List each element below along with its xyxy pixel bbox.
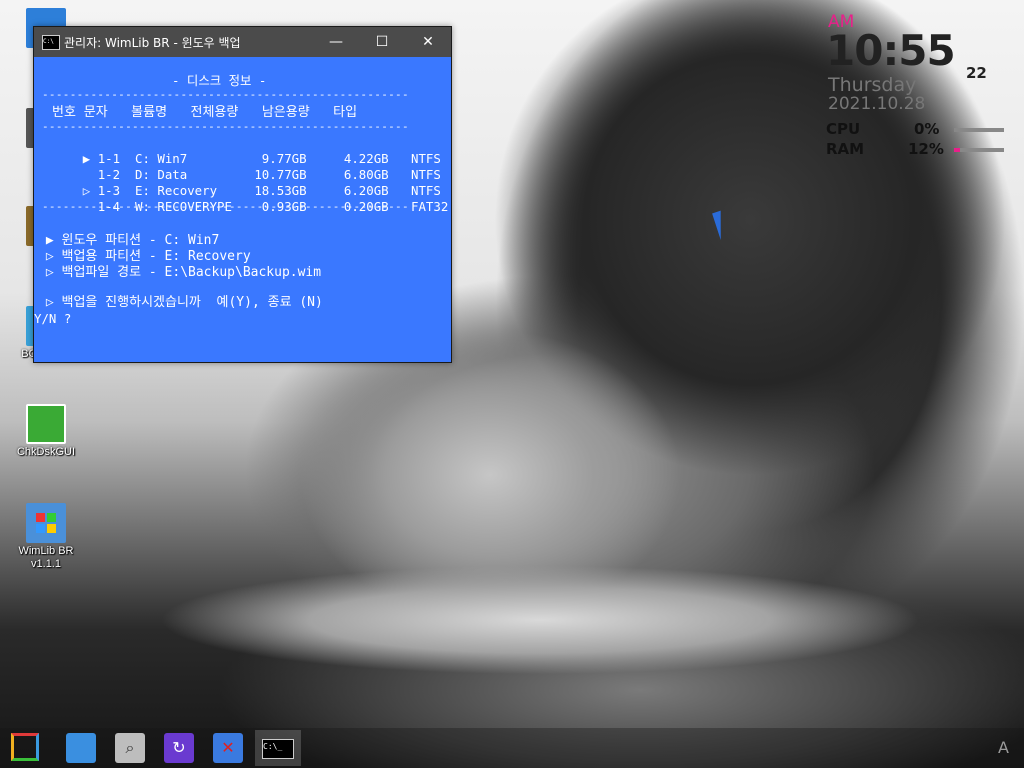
clock-date: 2021.10.28 xyxy=(828,94,926,114)
close-app-icon[interactable]: ✕ xyxy=(213,733,243,763)
console-output[interactable]: - 디스크 정보 - -----------------------------… xyxy=(34,57,451,362)
minimize-button[interactable]: — xyxy=(313,27,359,57)
ime-indicator[interactable]: A xyxy=(998,738,1009,757)
maximize-button[interactable]: ☐ xyxy=(359,27,405,57)
confirm-prompt: ▷ 백업을 진행하시겠습니까 예(Y), 종료 (N) xyxy=(38,295,323,310)
taskbar-console-button[interactable]: C:\_ xyxy=(255,730,301,766)
ram-value: 12% xyxy=(908,140,944,158)
desktop-icon-wimlib[interactable]: WimLib BR v1.1.1 xyxy=(16,503,76,571)
info-line: ▶ 윈도우 파티션 - C: Win7 xyxy=(38,233,220,248)
clock-seconds: 22 xyxy=(966,64,987,82)
console-icon: C:\ xyxy=(42,35,60,50)
disk-row: 1-2 D: Data 10.77GB 6.80GB NTFS xyxy=(38,151,441,182)
ram-bar xyxy=(954,148,1004,152)
start-button[interactable] xyxy=(11,733,39,761)
wallpaper-arm xyxy=(120,560,940,680)
ram-label: RAM xyxy=(826,140,865,158)
cpu-value: 0% xyxy=(914,120,940,138)
disk-row: ▶ 1-1 C: Win7 9.77GB 4.22GB NTFS xyxy=(38,135,441,166)
info-line: ▷ 백업용 파티션 - E: Recovery xyxy=(38,249,251,264)
console-window[interactable]: C:\ 관리자: WimLib BR - 윈도우 백업 — ☐ ✕ - 디스크 … xyxy=(33,26,452,363)
clock-day: Thursday xyxy=(828,74,917,96)
search-icon[interactable]: ⌕ xyxy=(115,733,145,763)
clock-time: 10:55 xyxy=(826,26,956,75)
chkdsk-icon xyxy=(26,404,66,444)
desktop-icon-chkdskgui[interactable]: ChkDskGUI xyxy=(16,404,76,459)
input-prompt[interactable]: Y/N ? xyxy=(34,311,71,327)
refresh-icon[interactable]: ↻ xyxy=(164,733,194,763)
close-button[interactable]: ✕ xyxy=(405,27,451,57)
info-line: ▷ 백업파일 경로 - E:\Backup\Backup.wim xyxy=(38,265,322,280)
cpu-bar xyxy=(954,128,1004,132)
console-icon: C:\_ xyxy=(262,739,294,759)
cpu-label: CPU xyxy=(826,120,861,138)
window-titlebar[interactable]: C:\ 관리자: WimLib BR - 윈도우 백업 — ☐ ✕ xyxy=(34,27,451,57)
ram-bar-fill xyxy=(954,148,960,152)
separator-mid: ----------------------------------------… xyxy=(42,120,409,133)
disk-row: 1-4 W: RECOVERYPE 0.93GB 0.20GB FAT32 xyxy=(38,183,449,214)
taskbar: ⌕ ↻ ✕ C:\_ xyxy=(0,728,1024,768)
disk-row: ▷ 1-3 E: Recovery 18.53GB 6.20GB NTFS xyxy=(38,167,441,198)
separator-bottom: ----------------------------------------… xyxy=(42,200,409,213)
separator-top: ----------------------------------------… xyxy=(42,88,409,101)
wimlib-icon xyxy=(26,503,66,543)
window-title: 관리자: WimLib BR - 윈도우 백업 xyxy=(64,36,241,50)
show-desktop-icon[interactable] xyxy=(66,733,96,763)
